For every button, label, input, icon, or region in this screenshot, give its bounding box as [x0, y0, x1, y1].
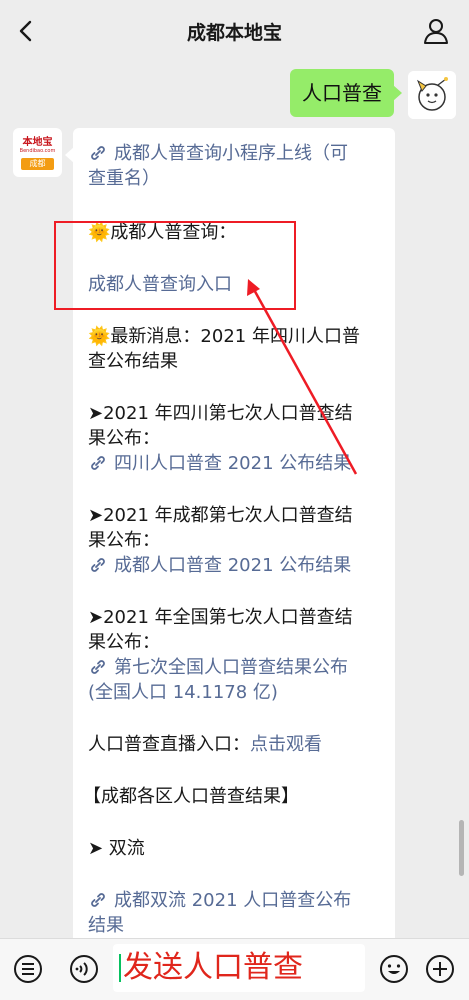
bot-avatar[interactable]: 本地宝 Bendibao.com 成都 [13, 128, 62, 177]
mini-program-link-cont[interactable]: 查重名） [88, 167, 160, 191]
list-menu-icon[interactable] [12, 953, 44, 985]
districts-header: 【成都各区人口普查结果】 [83, 786, 299, 807]
bot-logo-url: Bendibao.com [19, 148, 56, 154]
text-cursor [119, 954, 121, 982]
bot-logo-city: 成都 [21, 158, 54, 170]
shuangliu-result-link-text: 成都双流 2021 人口普查公布 [114, 890, 352, 911]
shuangliu-result-link[interactable]: 成都双流 2021 人口普查公布 [88, 889, 351, 913]
chengdu-heading-2: 果公布： [88, 530, 160, 551]
message-input[interactable]: 发送人口普查 [113, 944, 365, 992]
chengdu-heading-1: ➤2021 年成都第七次人口普查结 [88, 505, 353, 526]
national-heading-2: 果公布： [88, 632, 160, 653]
sichuan-heading-2: 果公布： [88, 428, 160, 449]
national-result-link-cont[interactable]: (全国人口 14.1178 亿) [88, 681, 278, 705]
link-icon [91, 456, 105, 470]
national-heading-1: ➤2021 年全国第七次人口普查结 [88, 607, 353, 628]
top-bar: 成都本地宝 [0, 0, 469, 62]
cartoon-avatar-icon [408, 71, 456, 119]
user-avatar[interactable] [408, 71, 456, 119]
annotation-highlight-box [54, 221, 296, 310]
link-icon [91, 893, 105, 907]
live-label: 人口普查直播入口： [88, 734, 250, 755]
voice-icon[interactable] [68, 953, 100, 985]
news-line-1: 🌞最新消息：2021 年四川人口普 [88, 326, 360, 347]
chengdu-result-link-text: 成都人口普查 2021 公布结果 [114, 555, 352, 576]
sichuan-result-link-text: 四川人口普查 2021 公布结果 [114, 453, 352, 474]
user-message-bubble: 人口普查 [290, 69, 402, 117]
page-title: 成都本地宝 [186, 22, 282, 44]
sichuan-result-link[interactable]: 四川人口普查 2021 公布结果 [88, 452, 351, 476]
shuangliu-result-link-cont[interactable]: 结果 [88, 914, 124, 938]
live-watch-link[interactable]: 点击观看 [250, 734, 322, 755]
person-icon[interactable] [419, 14, 453, 48]
plus-circle-icon[interactable] [424, 953, 456, 985]
sichuan-heading-1: ➤2021 年四川第七次人口普查结 [88, 403, 353, 424]
mini-program-link-text: 成都人普查询小程序上线（可 [114, 143, 348, 164]
link-icon [91, 558, 105, 572]
chengdu-result-link[interactable]: 成都人口普查 2021 公布结果 [88, 554, 351, 578]
message-input-value: 发送人口普查 [123, 950, 303, 985]
news-line-2: 查公布结果 [88, 351, 178, 372]
smiley-icon[interactable] [378, 953, 410, 985]
link-icon [91, 660, 105, 674]
link-icon [91, 146, 105, 160]
scrollbar[interactable] [459, 820, 464, 876]
mini-program-link[interactable]: 成都人普查询小程序上线（可 [88, 142, 348, 166]
bot-logo-text: 本地宝 [22, 137, 53, 148]
national-result-link[interactable]: 第七次全国人口普查结果公布 [88, 656, 348, 680]
user-message-text: 人口普查 [302, 81, 382, 105]
live-entry: 人口普查直播入口：点击观看 [88, 733, 322, 757]
national-result-link-text: 第七次全国人口普查结果公布 [114, 657, 348, 678]
shuangliu-label: ➤ 双流 [88, 838, 145, 859]
